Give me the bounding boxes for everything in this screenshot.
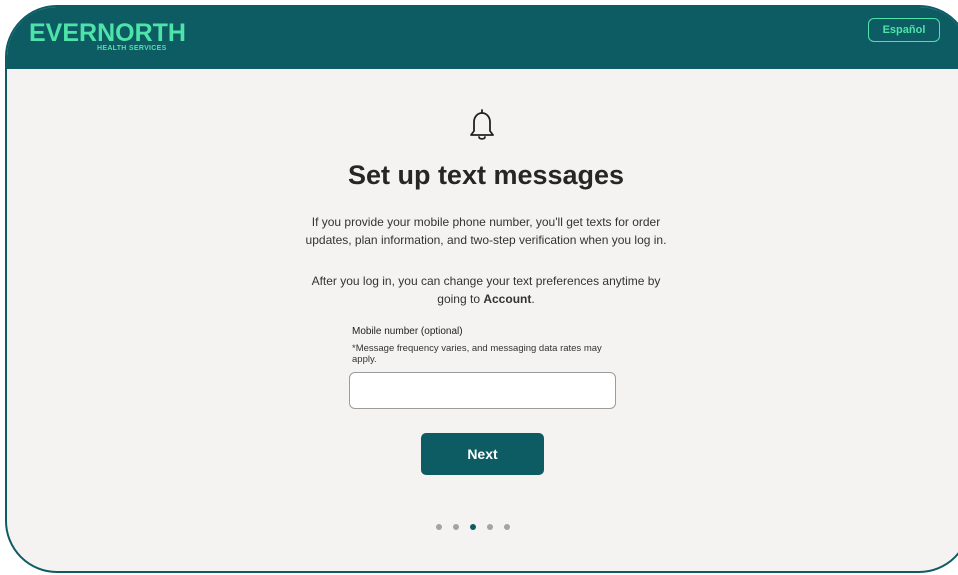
pagination-dot-active bbox=[470, 524, 476, 530]
bell-icon bbox=[470, 109, 494, 140]
pagination-dot bbox=[436, 524, 442, 530]
preferences-line-2-suffix: . bbox=[531, 292, 535, 306]
intro-line-1: If you provide your mobile phone number,… bbox=[311, 215, 661, 229]
logo-subtitle: HEALTH SERVICES bbox=[97, 45, 167, 52]
pagination-dot bbox=[487, 524, 493, 530]
next-button[interactable]: Next bbox=[421, 433, 544, 475]
pagination-dot bbox=[504, 524, 510, 530]
preferences-paragraph: After you log in, you can change your te… bbox=[7, 272, 958, 308]
pagination-dots bbox=[436, 524, 510, 530]
language-toggle-button[interactable]: Español bbox=[868, 18, 940, 42]
app-frame: EVERNORTH HEALTH SERVICES Set up text me… bbox=[5, 5, 958, 573]
preferences-line-2-prefix: going to bbox=[437, 292, 484, 306]
page-title: Set up text messages bbox=[347, 160, 625, 190]
header-bar: EVERNORTH HEALTH SERVICES bbox=[7, 7, 958, 69]
intro-paragraph: If you provide your mobile phone number,… bbox=[7, 213, 958, 249]
mobile-number-input[interactable] bbox=[349, 372, 616, 409]
mobile-number-label: Mobile number (optional) bbox=[352, 326, 463, 337]
account-link[interactable]: Account bbox=[483, 292, 531, 306]
preferences-line-1: After you log in, you can change your te… bbox=[311, 274, 661, 288]
mobile-number-note: *Message frequency varies, and messaging… bbox=[352, 343, 602, 365]
pagination-dot bbox=[453, 524, 459, 530]
evernorth-logo: EVERNORTH bbox=[29, 19, 186, 47]
intro-line-2: updates, plan information, and two-step … bbox=[305, 233, 667, 247]
